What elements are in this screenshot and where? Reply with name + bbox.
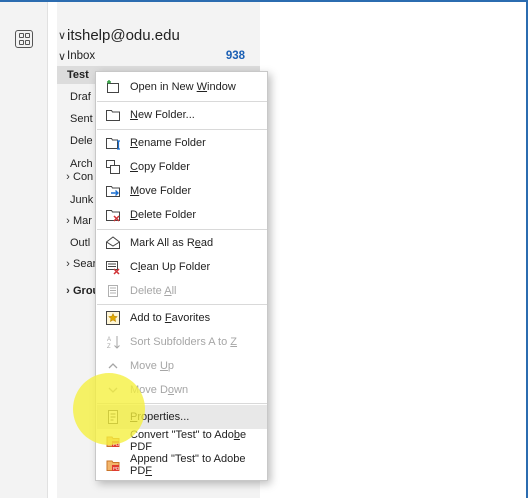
apps-grid-icon[interactable]	[15, 30, 33, 48]
cursor-highlight	[73, 373, 145, 445]
inbox-label: Inbox	[67, 50, 96, 62]
favorites-star-icon	[104, 309, 122, 327]
chevron-right-icon[interactable]: ›	[63, 285, 73, 297]
menu-separator	[97, 229, 267, 230]
menu-item-sort-subfolders: AZ Sort Subfolders A to Z	[97, 330, 267, 354]
menu-item-mark-all-read[interactable]: Mark All as Read	[97, 231, 267, 255]
open-envelope-icon	[104, 234, 122, 252]
sidebar-item-deleted[interactable]: Dele	[70, 132, 93, 150]
sidebar-item-inbox[interactable]: ∨ Inbox 938	[57, 47, 260, 65]
menu-separator	[97, 129, 267, 130]
menu-item-append-pdf[interactable]: PDF Append "Test" to Adobe PDF	[97, 453, 267, 477]
menu-item-new-folder[interactable]: New Folder...	[97, 103, 267, 127]
svg-text:A: A	[107, 337, 111, 343]
clean-up-icon	[104, 258, 122, 276]
sidebar-item-outbox[interactable]: Outl	[70, 234, 90, 252]
copy-folder-icon	[104, 158, 122, 176]
chevron-right-icon[interactable]: ›	[63, 258, 73, 270]
menu-item-move-up: Move Up	[97, 354, 267, 378]
sidebar-item-junk[interactable]: Junk	[70, 191, 93, 209]
rename-folder-icon	[104, 134, 122, 152]
unread-count-badge: 938	[225, 50, 245, 62]
menu-item-open-new-window[interactable]: Open in New Window	[97, 75, 267, 99]
adobe-pdf-append-icon: PDF	[104, 456, 122, 474]
sidebar-item-marketing[interactable]: › Mar	[63, 212, 92, 230]
svg-text:PDF: PDF	[113, 466, 121, 471]
sidebar-item-groups[interactable]: › Grou	[63, 282, 99, 300]
account-email: itshelp@odu.edu	[67, 26, 180, 44]
move-folder-icon	[104, 182, 122, 200]
menu-item-copy-folder[interactable]: Copy Folder	[97, 155, 267, 179]
menu-item-add-favorites[interactable]: Add to Favorites	[97, 306, 267, 330]
menu-separator	[97, 101, 267, 102]
menu-item-delete-all: Delete All	[97, 279, 267, 303]
svg-text:Z: Z	[107, 344, 111, 350]
sidebar-item-search-folders[interactable]: › Sear	[63, 255, 96, 273]
app-rail	[0, 2, 48, 498]
chevron-right-icon[interactable]: ›	[63, 215, 73, 227]
menu-item-delete-folder[interactable]: Delete Folder	[97, 203, 267, 227]
sidebar-item-sent[interactable]: Sent	[70, 110, 93, 128]
sidebar-item-conversation[interactable]: › Con	[63, 168, 93, 186]
new-window-icon	[104, 78, 122, 96]
folder-icon	[104, 106, 122, 124]
menu-item-rename-folder[interactable]: Rename Folder	[97, 131, 267, 155]
delete-folder-icon	[104, 206, 122, 224]
account-row[interactable]: ∨ itshelp@odu.edu	[57, 24, 180, 46]
delete-all-icon	[104, 282, 122, 300]
menu-item-move-folder[interactable]: Move Folder	[97, 179, 267, 203]
chevron-down-icon[interactable]: ∨	[57, 50, 67, 63]
sort-az-icon: AZ	[104, 333, 122, 351]
chevron-down-icon[interactable]: ∨	[57, 29, 67, 42]
sidebar-item-drafts[interactable]: Draf	[70, 88, 91, 106]
chevron-right-icon[interactable]: ›	[63, 171, 73, 183]
menu-separator	[97, 304, 267, 305]
menu-item-clean-up-folder[interactable]: Clean Up Folder	[97, 255, 267, 279]
